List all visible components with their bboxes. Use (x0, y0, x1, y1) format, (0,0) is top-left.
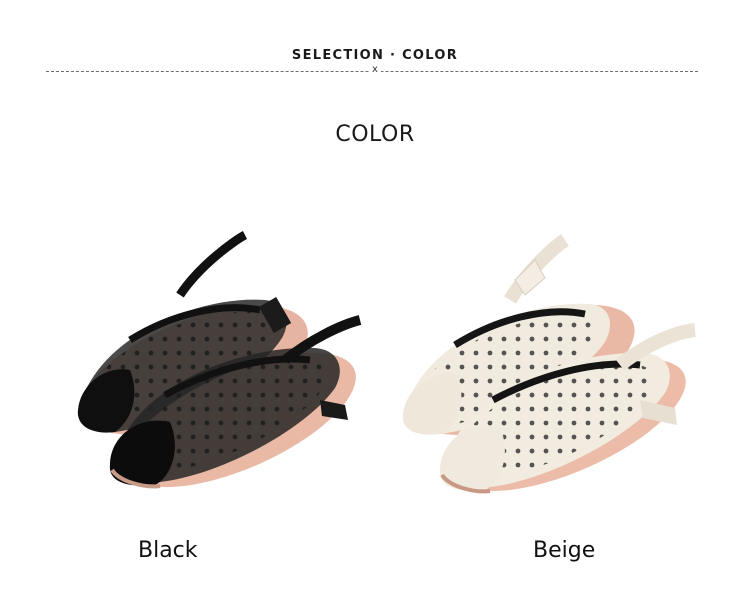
black-label: Black (138, 538, 198, 563)
beige-label: Beige (533, 538, 596, 563)
header-x-mark: x (0, 64, 750, 75)
black-color-option[interactable] (60, 220, 370, 510)
header-title: SELECTION · COLOR (291, 48, 459, 63)
beige-shoes-image (402, 234, 696, 494)
page-header: SELECTION · COLOR (0, 44, 750, 63)
black-shoes-image (77, 230, 362, 489)
x-mark-text: x (369, 64, 381, 75)
beige-color-option[interactable] (385, 220, 705, 510)
section-title: COLOR (335, 122, 415, 147)
